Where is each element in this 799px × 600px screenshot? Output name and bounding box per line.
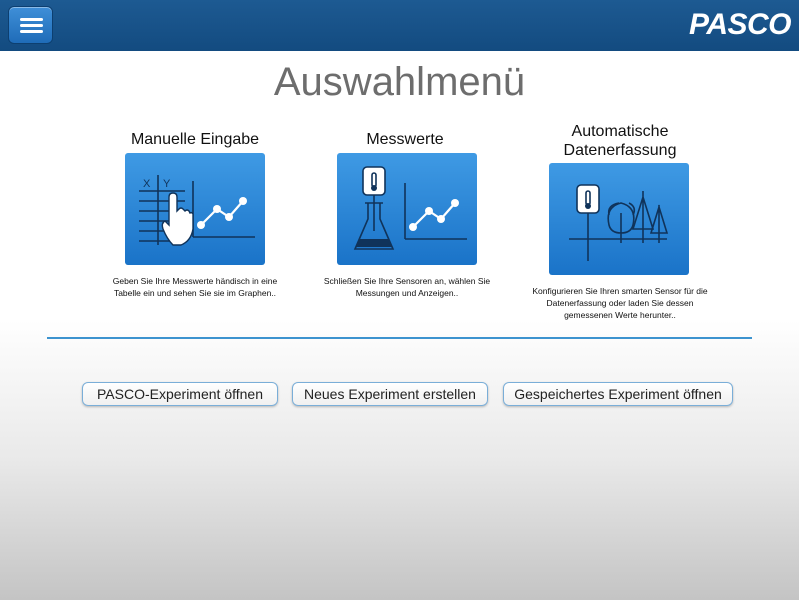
hamburger-menu-icon[interactable] [8, 6, 53, 44]
pasco-logo: PASCO [689, 8, 791, 41]
section-divider [47, 337, 752, 339]
card-title-line2: Datenerfassung [563, 142, 677, 159]
card-description: Geben Sie Ihre Messwerte händisch in ein… [112, 276, 278, 298]
card-description: Konfigurieren Sie Ihren smarten Sensor f… [532, 286, 708, 320]
card-title: Manuelle Eingabe [130, 131, 260, 148]
open-pasco-experiment-button[interactable]: PASCO-Experiment öffnen [82, 382, 278, 406]
page-title: Auswahlmenü [273, 60, 526, 104]
card-title: Messwerte [366, 131, 444, 148]
new-experiment-button[interactable]: Neues Experiment erstellen [292, 382, 488, 406]
sensor-trees-icon[interactable] [549, 163, 689, 275]
card-description: Schließen Sie Ihre Sensoren an, wählen S… [323, 276, 491, 298]
y-column-label: Y [163, 178, 171, 190]
top-bar: PASCO [0, 0, 799, 51]
table-hand-graph-icon[interactable]: X Y [125, 153, 265, 265]
sensor-flask-graph-icon[interactable] [337, 153, 477, 265]
x-column-label: X [143, 178, 151, 190]
card-title-line1: Automatische [571, 123, 669, 140]
open-saved-experiment-button[interactable]: Gespeichertes Experiment öffnen [503, 382, 733, 406]
